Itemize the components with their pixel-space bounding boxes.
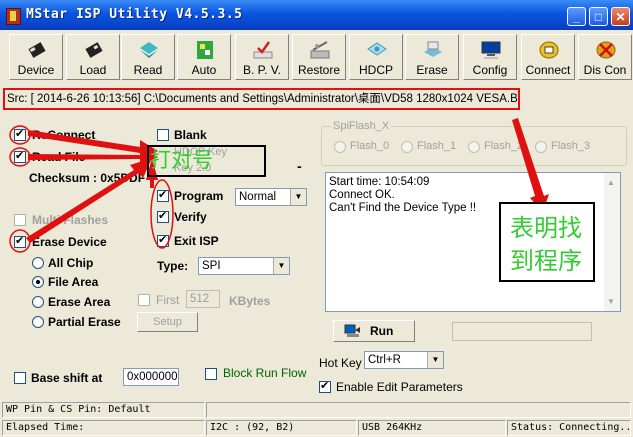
annotation-circle xyxy=(9,229,31,253)
annotation-circle xyxy=(9,125,31,145)
status-empty xyxy=(206,402,631,418)
annotation-text-left: 打对号 xyxy=(150,148,213,172)
annotation-box-right: 表明找 到程序 xyxy=(499,202,595,282)
i2c-status: I2C : (92, B2) xyxy=(206,420,357,436)
annotation-circle xyxy=(9,147,31,167)
annotation-arrows xyxy=(26,118,549,243)
wp-pin-status: WP Pin & CS Pin: Default xyxy=(2,402,205,418)
annotation-text-right-2: 到程序 xyxy=(510,247,582,275)
annotation-circle xyxy=(150,179,174,249)
status-bar-top: WP Pin & CS Pin: Default xyxy=(0,401,633,419)
annotation-text-right-1: 表明找 xyxy=(510,214,582,242)
elapsed-time: Elapsed Time: xyxy=(2,420,205,436)
usb-status: USB 264KHz xyxy=(358,420,506,436)
status-bar-bottom: Elapsed Time: I2C : (92, B2) USB 264KHz … xyxy=(0,419,633,437)
connection-status: Status: Connecting... xyxy=(507,420,631,436)
